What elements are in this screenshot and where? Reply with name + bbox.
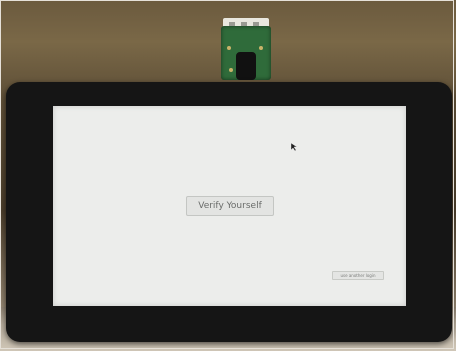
camera-lens — [236, 52, 256, 80]
mouse-pointer-icon — [290, 142, 298, 152]
use-another-login-button[interactable]: use another login — [332, 271, 384, 280]
verify-yourself-button[interactable]: Verify Yourself — [186, 196, 274, 216]
